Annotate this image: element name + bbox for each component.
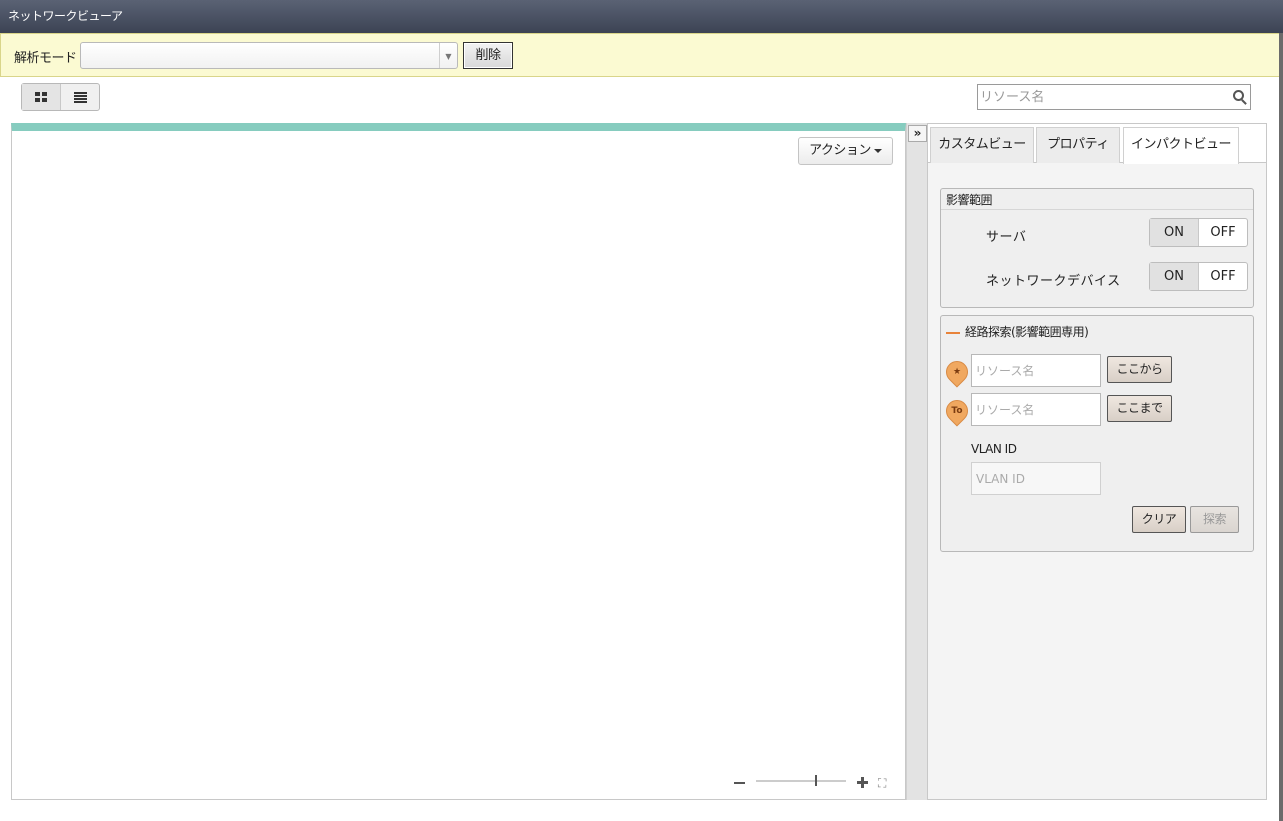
impact-row-label: サーバ xyxy=(986,230,1027,245)
server-toggle: ON OFF xyxy=(1149,218,1248,247)
plus-icon[interactable] xyxy=(857,777,868,788)
server-off-button[interactable]: OFF xyxy=(1199,219,1247,246)
analysis-mode-select[interactable]: ▼ xyxy=(80,42,458,69)
network-device-off-button[interactable]: OFF xyxy=(1199,263,1247,290)
search-route-button[interactable]: 探索 xyxy=(1190,506,1239,533)
vlan-id-label: VLAN ID xyxy=(971,442,1017,456)
network-device-toggle: ON OFF xyxy=(1149,262,1248,291)
vlan-id-field xyxy=(971,462,1101,495)
impact-row-label: ネットワークデバイス xyxy=(986,274,1121,289)
list-view-button[interactable] xyxy=(61,84,99,110)
analysis-mode-bar: 解析モード ▼ 削除 xyxy=(0,33,1281,77)
action-label: アクション xyxy=(809,143,871,158)
grid-icon xyxy=(35,92,47,102)
impact-row-server: サーバ ON OFF xyxy=(941,218,1253,248)
panel-splitter[interactable]: » xyxy=(906,123,927,800)
grid-view-button[interactable] xyxy=(22,84,61,110)
panel-tabs: カスタムビュー プロパティ インパクトビュー xyxy=(928,124,1266,164)
route-from-input[interactable] xyxy=(972,355,1098,386)
resource-search-input[interactable] xyxy=(978,85,1218,109)
view-toggle xyxy=(21,83,100,111)
tab-impact-view[interactable]: インパクトビュー xyxy=(1123,127,1239,164)
window-title: ネットワークビューア xyxy=(0,0,1283,33)
route-search-box: 経路探索(影響範囲専用) ★ ここから To ここまで VLAN ID クリア … xyxy=(940,315,1254,552)
analysis-mode-label: 解析モード xyxy=(14,51,77,66)
double-chevron-right-icon[interactable]: » xyxy=(908,125,927,142)
zoom-control: ⛶ xyxy=(732,775,892,791)
impact-scope-title: 影響範囲 xyxy=(941,189,1253,210)
server-on-button[interactable]: ON xyxy=(1150,219,1199,246)
from-pin-glyph: ★ xyxy=(952,367,962,377)
collapse-dash-icon[interactable] xyxy=(946,331,960,334)
to-pin-icon: To xyxy=(941,395,973,427)
from-here-button[interactable]: ここから xyxy=(1107,356,1172,383)
impact-scope-box: 影響範囲 サーバ ON OFF ネットワークデバイス ON OFF xyxy=(940,188,1254,308)
to-pin-glyph: To xyxy=(951,406,963,416)
route-to-field xyxy=(971,393,1101,426)
resource-search xyxy=(977,84,1251,110)
network-device-on-button[interactable]: ON xyxy=(1150,263,1199,290)
window-edge xyxy=(1279,33,1283,821)
route-search-header[interactable]: 経路探索(影響範囲専用) xyxy=(946,323,1089,340)
delete-button[interactable]: 削除 xyxy=(463,42,513,69)
right-panel: カスタムビュー プロパティ インパクトビュー 影響範囲 サーバ ON OFF ネ… xyxy=(927,123,1267,800)
route-to-input[interactable] xyxy=(972,394,1098,425)
zoom-slider-thumb[interactable] xyxy=(815,775,817,786)
network-canvas[interactable]: アクション ⛶ xyxy=(11,123,906,800)
to-here-button[interactable]: ここまで xyxy=(1107,395,1172,422)
impact-row-network-device: ネットワークデバイス ON OFF xyxy=(941,262,1253,292)
list-icon xyxy=(73,91,87,103)
action-dropdown-button[interactable]: アクション xyxy=(798,137,893,165)
route-from-field xyxy=(971,354,1101,387)
vlan-id-input[interactable] xyxy=(972,463,1098,494)
tab-properties[interactable]: プロパティ xyxy=(1036,127,1120,163)
tab-custom-view[interactable]: カスタムビュー xyxy=(930,127,1034,163)
caret-down-icon xyxy=(873,148,882,153)
minus-icon[interactable] xyxy=(734,782,745,784)
fit-screen-icon[interactable]: ⛶ xyxy=(878,776,886,791)
route-search-title: 経路探索(影響範囲専用) xyxy=(965,325,1089,339)
search-icon[interactable] xyxy=(1233,90,1244,101)
zoom-slider-track[interactable] xyxy=(756,780,846,782)
dropdown-arrow-icon[interactable]: ▼ xyxy=(439,43,457,68)
clear-button[interactable]: クリア xyxy=(1132,506,1186,533)
from-pin-icon: ★ xyxy=(941,356,973,388)
